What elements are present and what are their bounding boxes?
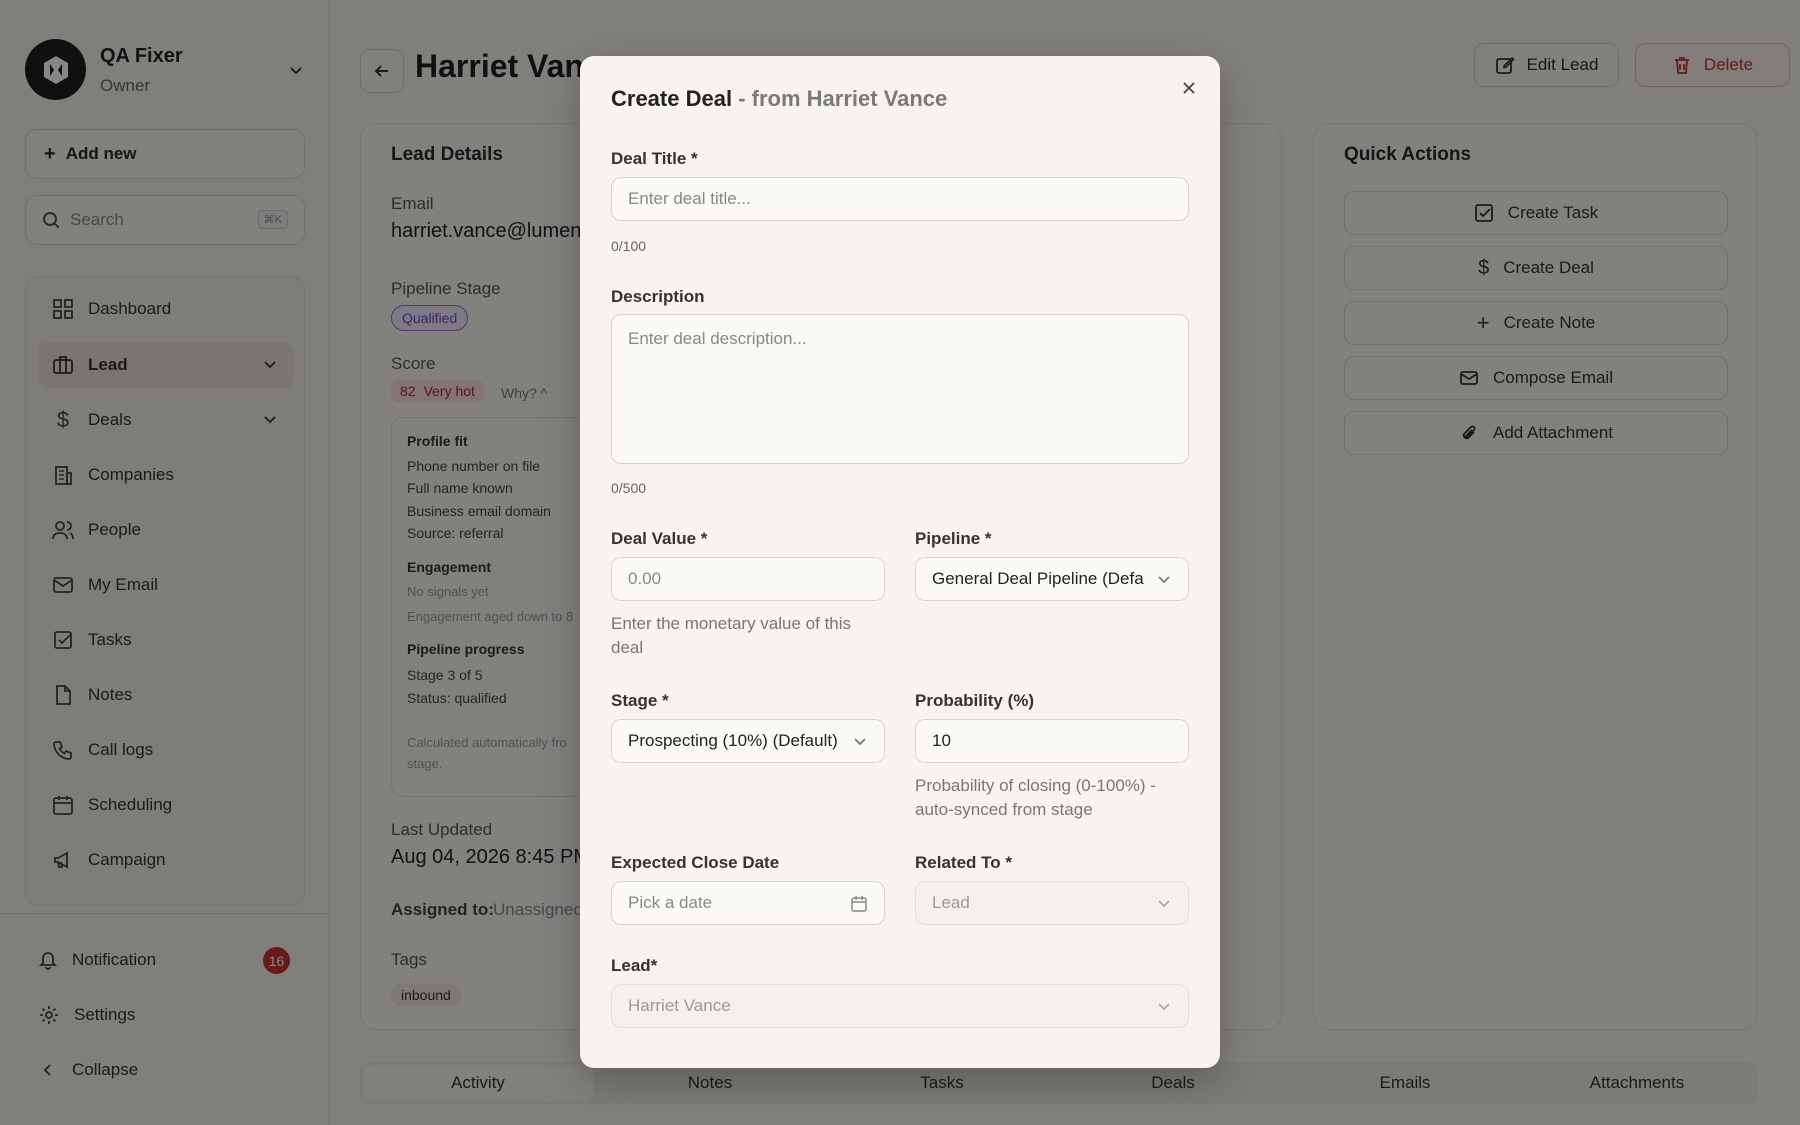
- lead-label: Lead*: [611, 956, 658, 975]
- description-placeholder: Enter deal description...: [628, 329, 807, 348]
- related-to-value: Lead: [932, 893, 970, 912]
- deal-value-label: Deal Value *: [611, 529, 708, 548]
- deal-title-input[interactable]: Enter deal title...: [611, 177, 1189, 221]
- calendar-icon: [851, 896, 867, 912]
- chevron-down-icon: [1158, 1003, 1170, 1011]
- close-button[interactable]: [1177, 76, 1201, 100]
- chevron-down-icon: [1158, 576, 1170, 584]
- probability-value: 10: [932, 731, 951, 750]
- modal-title-text: Create Deal: [611, 86, 733, 111]
- deal-title-counter: 0/100: [611, 238, 647, 254]
- stage-select[interactable]: Prospecting (10%) (Default): [611, 719, 885, 763]
- lead-select[interactable]: Harriet Vance: [611, 984, 1189, 1028]
- create-deal-modal: Create Deal - from Harriet Vance Deal Ti…: [580, 56, 1220, 1068]
- description-counter: 0/500: [611, 480, 647, 496]
- chevron-down-icon: [854, 738, 866, 746]
- deal-value-placeholder: 0.00: [628, 569, 662, 588]
- chevron-down-icon: [1158, 900, 1170, 908]
- deal-value-input[interactable]: 0.00: [611, 557, 885, 601]
- pipeline-value: General Deal Pipeline (Defa: [932, 569, 1144, 588]
- modal-subtitle: - from Harriet Vance: [738, 86, 948, 111]
- modal-title: Create Deal - from Harriet Vance: [611, 86, 947, 112]
- close-date-label: Expected Close Date: [611, 853, 780, 872]
- pipeline-select[interactable]: General Deal Pipeline (Defa: [915, 557, 1189, 601]
- deal-title-placeholder: Enter deal title...: [628, 189, 751, 208]
- stage-value: Prospecting (10%) (Default): [628, 731, 838, 750]
- probability-label: Probability (%): [915, 691, 1035, 710]
- description-textarea[interactable]: Enter deal description...: [611, 314, 1189, 464]
- close-date-picker[interactable]: Pick a date: [611, 881, 885, 925]
- description-label: Description: [611, 287, 705, 306]
- close-icon: [1183, 82, 1195, 94]
- related-to-label: Related To *: [915, 853, 1012, 872]
- probability-input[interactable]: 10: [915, 719, 1189, 763]
- close-date-placeholder: Pick a date: [628, 893, 713, 912]
- related-to-select[interactable]: Lead: [915, 881, 1189, 925]
- pipeline-label: Pipeline *: [915, 529, 992, 548]
- probability-help: Probability of closing (0-100%) - auto-s…: [915, 776, 1156, 819]
- deal-value-help: Enter the monetary value of this deal: [611, 614, 852, 657]
- stage-label: Stage *: [611, 691, 669, 710]
- lead-value: Harriet Vance: [628, 996, 731, 1015]
- deal-title-label: Deal Title *: [611, 149, 698, 168]
